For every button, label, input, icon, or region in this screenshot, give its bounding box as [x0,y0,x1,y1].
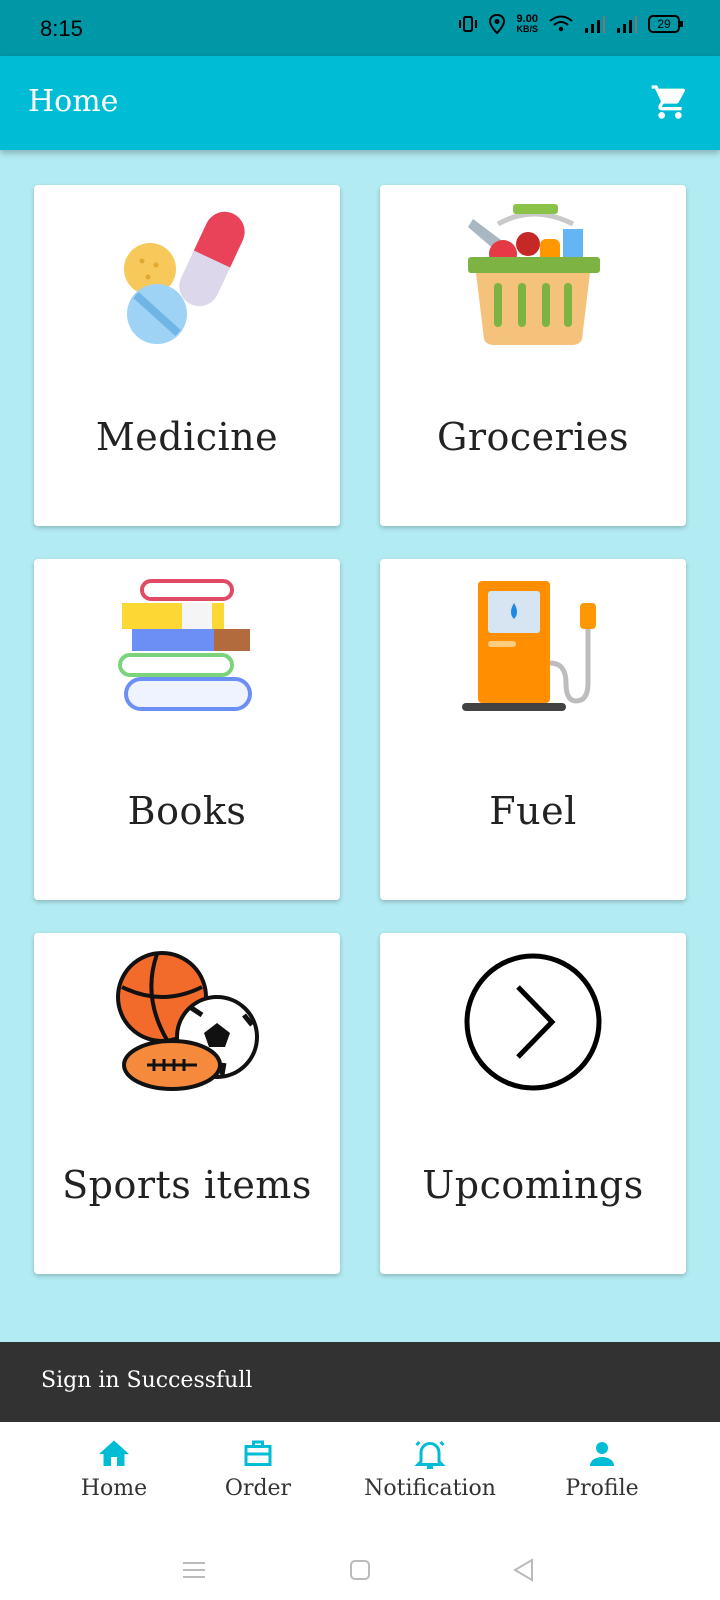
system-nav-bar [0,1536,720,1600]
sports-balls-icon [116,951,259,1091]
briefcase-icon [244,1440,272,1466]
nav-label: Profile [565,1476,639,1501]
nav-item-profile[interactable]: Profile [522,1436,682,1501]
person-icon [590,1442,614,1466]
net-speed-value: 9.00 [516,13,538,25]
status-icons: 9.00 KB/S 29 [458,13,683,35]
signal-icon [617,16,637,33]
back-icon[interactable] [510,1556,538,1584]
network-speed: 9.00 KB/S [516,13,538,35]
snackbar-message: Sign in Successfull [41,1368,253,1393]
category-card-groceries[interactable]: Groceries [380,185,686,526]
vibrate-icon [459,16,478,32]
fuel-pump-icon [462,581,596,711]
category-label: Upcomings [422,1163,644,1207]
location-icon [489,14,506,34]
net-speed-unit: KB/S [516,24,538,34]
status-bar: 8:15 9.00 KB/S 29 [0,0,720,56]
app-bar: Home [0,56,720,150]
category-label: Sports items [62,1163,312,1207]
nav-item-home[interactable]: Home [34,1436,194,1501]
nav-label: Notification [364,1476,496,1501]
wifi-icon [549,15,573,32]
menu-icon[interactable] [180,1556,208,1584]
bell-icon [414,1440,446,1469]
bottom-nav: Home Order Notification Profile [0,1422,720,1536]
home-icon [99,1440,129,1466]
nav-item-notification[interactable]: Notification [350,1436,510,1501]
signal-icon [585,16,605,33]
battery-icon: 29 [648,15,683,33]
category-card-medicine[interactable]: Medicine [34,185,340,526]
category-label: Groceries [437,415,629,459]
category-card-sports-items[interactable]: Sports items [34,933,340,1274]
status-time: 8:15 [40,16,83,41]
chevron-circle-icon [464,953,602,1091]
category-card-books[interactable]: Books [34,559,340,900]
books-stack-icon [118,579,252,711]
category-card-upcomings[interactable]: Upcomings [380,933,686,1274]
category-label: Books [127,789,247,833]
nav-item-order[interactable]: Order [178,1436,338,1501]
home-button-icon[interactable] [346,1556,374,1584]
category-label: Fuel [489,789,577,833]
nav-label: Order [224,1476,292,1501]
category-card-fuel[interactable]: Fuel [380,559,686,900]
medicine-icon [124,211,245,344]
cart-icon[interactable] [650,82,690,122]
nav-label: Home [80,1476,148,1501]
snackbar: Sign in Successfull [0,1342,720,1422]
groceries-basket-icon [468,204,600,345]
page-title: Home [28,84,119,119]
category-label: Medicine [95,415,279,459]
